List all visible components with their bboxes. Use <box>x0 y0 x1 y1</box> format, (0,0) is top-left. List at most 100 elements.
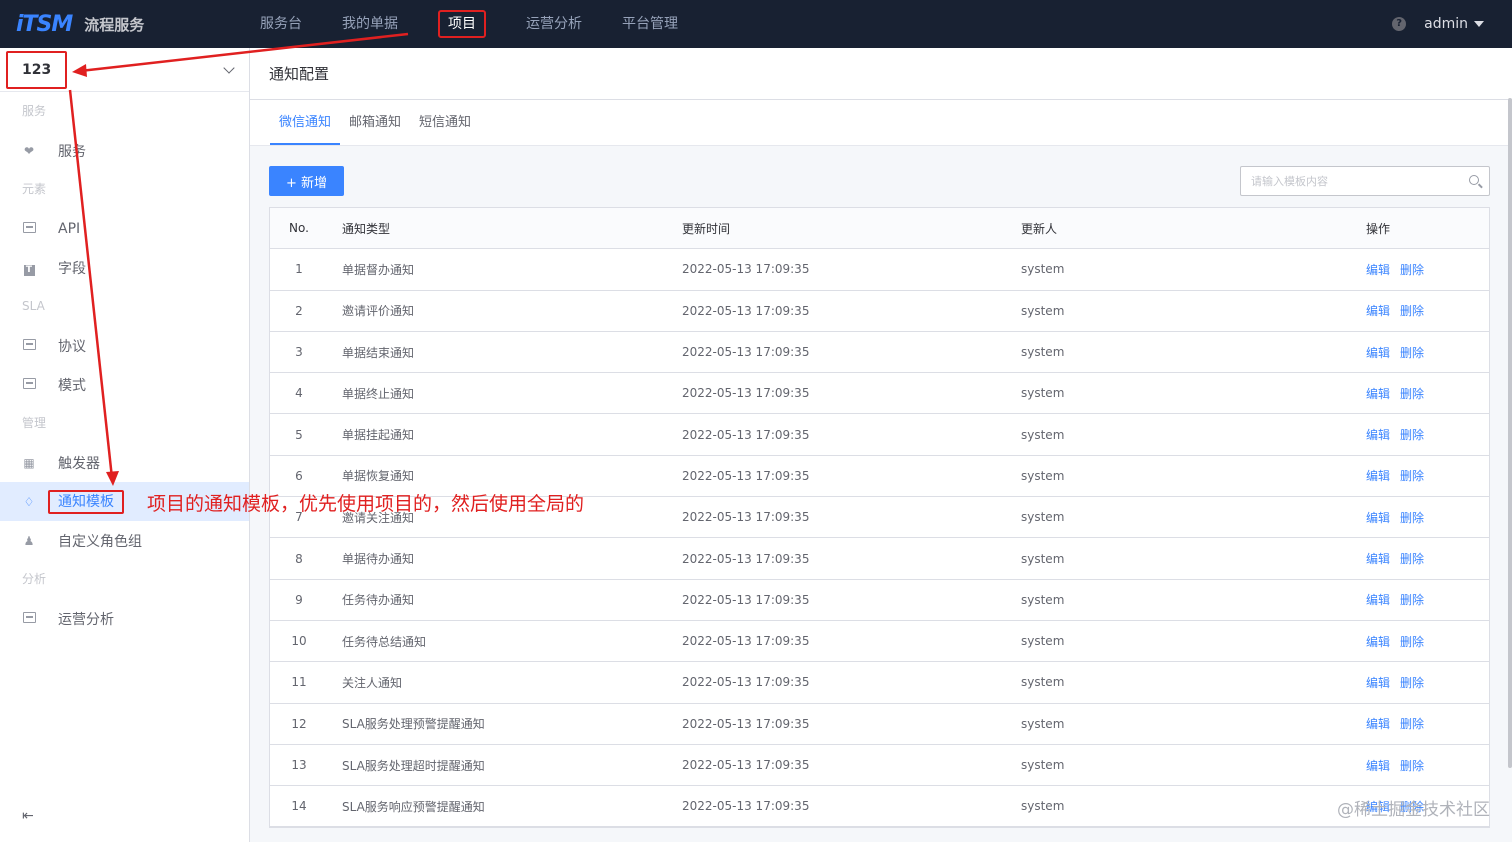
delete-link[interactable]: 删除 <box>1400 635 1424 649</box>
app-logo[interactable]: iTSM 流程服务 <box>0 12 230 37</box>
cell-time: 2022-05-13 17:09:35 <box>682 675 810 690</box>
cell-type: 单据终止通知 <box>342 386 415 401</box>
sidebar-item-api[interactable]: API <box>0 209 249 248</box>
help-icon[interactable]: ? <box>1392 17 1407 31</box>
table-row: 2 邀请评价通知 2022-05-13 17:09:35 system 编辑 删除 <box>270 291 1489 332</box>
table-row: 3 单据结束通知 2022-05-13 17:09:35 system 编辑 删除 <box>270 332 1489 374</box>
edit-link[interactable]: 编辑 <box>1366 676 1390 690</box>
page-scrollbar[interactable] <box>1508 98 1512 768</box>
group-analysis: 分析 <box>22 572 47 586</box>
tab-sms[interactable]: 短信通知 <box>410 100 480 145</box>
main-nav: 服务台 我的单据 项目 运营分析 平台管理 <box>240 0 698 48</box>
tab-email[interactable]: 邮箱通知 <box>340 100 410 145</box>
user-group-icon: ♟ <box>23 533 35 548</box>
cell-user: system <box>1021 592 1065 607</box>
nav-ops-analysis[interactable]: 运营分析 <box>506 0 602 48</box>
delete-link[interactable]: 删除 <box>1400 387 1424 401</box>
edit-link[interactable]: 编辑 <box>1366 469 1390 483</box>
cell-type: 单据恢复通知 <box>342 469 415 484</box>
delete-link[interactable]: 删除 <box>1400 759 1424 773</box>
sidebar-item-trigger[interactable]: ▦ 触发器 <box>0 443 249 482</box>
tab-wechat[interactable]: 微信通知 <box>270 100 341 145</box>
delete-link[interactable]: 删除 <box>1400 346 1424 360</box>
cell-time: 2022-05-13 17:09:35 <box>682 303 810 318</box>
table-row: 12 SLA服务处理预警提醒通知 2022-05-13 17:09:35 system… <box>270 704 1489 745</box>
nav-project[interactable]: 项目 <box>418 0 506 48</box>
chart-icon <box>22 611 36 626</box>
cell-op: 编辑 删除 <box>1360 467 1489 484</box>
edit-link[interactable]: 编辑 <box>1366 717 1390 731</box>
delete-link[interactable]: 删除 <box>1400 428 1424 442</box>
sidebar-item-ops-analysis[interactable]: 运营分析 <box>0 599 249 638</box>
sidebar-item-mode[interactable]: 模式 <box>0 365 249 404</box>
cell-op: 编辑 删除 <box>1360 302 1489 319</box>
edit-link[interactable]: 编辑 <box>1366 635 1390 649</box>
cell-user: system <box>1021 675 1065 690</box>
itsm-logo: iTSM <box>16 11 73 37</box>
edit-link[interactable]: 编辑 <box>1366 552 1390 566</box>
delete-link[interactable]: 删除 <box>1400 676 1424 690</box>
cell-time: 2022-05-13 17:09:35 <box>682 386 810 401</box>
col-type: 通知类型 <box>342 221 391 236</box>
edit-link[interactable]: 编辑 <box>1366 511 1390 525</box>
nav-platform-admin[interactable]: 平台管理 <box>602 0 698 48</box>
cell-no: 13 <box>291 758 307 772</box>
cell-type: 单据待办通知 <box>342 552 415 567</box>
mode-icon <box>22 377 36 392</box>
edit-link[interactable]: 编辑 <box>1366 759 1390 773</box>
collapse-sidebar-icon[interactable]: ⇤ <box>22 808 34 824</box>
cell-type: 关注人通知 <box>342 675 403 690</box>
delete-link[interactable]: 删除 <box>1400 263 1424 277</box>
sidebar-item-field[interactable]: T 字段 <box>0 248 249 287</box>
cell-user: system <box>1021 716 1065 731</box>
edit-link[interactable]: 编辑 <box>1366 387 1390 401</box>
cell-op: 编辑 删除 <box>1360 385 1489 402</box>
sidebar-item-custom-role[interactable]: ♟ 自定义角色组 <box>0 521 249 560</box>
search-icon[interactable] <box>1469 175 1479 185</box>
cell-type: 任务待办通知 <box>342 593 415 608</box>
heart-icon: ❤ <box>23 143 35 158</box>
nav-service-desk[interactable]: 服务台 <box>240 0 322 48</box>
cell-no: 2 <box>295 303 303 318</box>
delete-link[interactable]: 删除 <box>1400 552 1424 566</box>
cell-op: 编辑 删除 <box>1360 261 1489 278</box>
cell-no: 9 <box>295 592 303 607</box>
edit-link[interactable]: 编辑 <box>1366 263 1390 277</box>
search-input[interactable] <box>1241 167 1451 195</box>
page-title: 通知配置 <box>250 48 1512 100</box>
cell-time: 2022-05-13 17:09:35 <box>682 716 810 731</box>
cell-no: 14 <box>291 799 307 814</box>
add-button[interactable]: + 新增 <box>269 166 344 196</box>
cell-user: system <box>1021 551 1065 566</box>
search-box <box>1240 166 1490 196</box>
cell-time: 2022-05-13 17:09:35 <box>682 592 810 607</box>
cell-time: 2022-05-13 17:09:35 <box>682 634 810 649</box>
cell-user: system <box>1021 262 1065 277</box>
user-menu[interactable]: admin <box>1424 16 1484 32</box>
sidebar-item-service[interactable]: ❤ 服务 <box>0 131 249 170</box>
caret-down-icon <box>1474 21 1484 27</box>
sidebar: 123 服务 ❤ 服务 元素 API T 字段 SLA 协议 模式 管理 ▦ 触… <box>0 48 250 842</box>
top-right-area: ? admin <box>1392 0 1484 48</box>
nav-my-tickets[interactable]: 我的单据 <box>322 0 418 48</box>
col-no: No. <box>289 221 309 236</box>
delete-link[interactable]: 删除 <box>1400 593 1424 607</box>
delete-link[interactable]: 删除 <box>1400 511 1424 525</box>
cell-op: 编辑 删除 <box>1360 674 1489 691</box>
edit-link[interactable]: 编辑 <box>1366 428 1390 442</box>
delete-link[interactable]: 删除 <box>1400 717 1424 731</box>
edit-link[interactable]: 编辑 <box>1366 593 1390 607</box>
sidebar-item-agreement[interactable]: 协议 <box>0 326 249 365</box>
chevron-down-icon <box>223 61 235 74</box>
edit-link[interactable]: 编辑 <box>1366 304 1390 318</box>
cell-op: 编辑 删除 <box>1360 591 1489 608</box>
delete-link[interactable]: 删除 <box>1400 304 1424 318</box>
cell-no: 6 <box>295 468 303 483</box>
edit-link[interactable]: 编辑 <box>1366 346 1390 360</box>
project-select[interactable]: 123 <box>0 48 249 92</box>
main-content: 通知配置 微信通知 邮箱通知 短信通知 + 新增 No. 通知类型 更新时间 更… <box>250 48 1512 842</box>
notify-table: No. 通知类型 更新时间 更新人 操作 1 单据督办通知 2022-05-13 1… <box>269 207 1490 829</box>
table-row: 1 单据督办通知 2022-05-13 17:09:35 system 编辑 删除 <box>270 249 1489 291</box>
username: admin <box>1424 16 1468 32</box>
delete-link[interactable]: 删除 <box>1400 469 1424 483</box>
